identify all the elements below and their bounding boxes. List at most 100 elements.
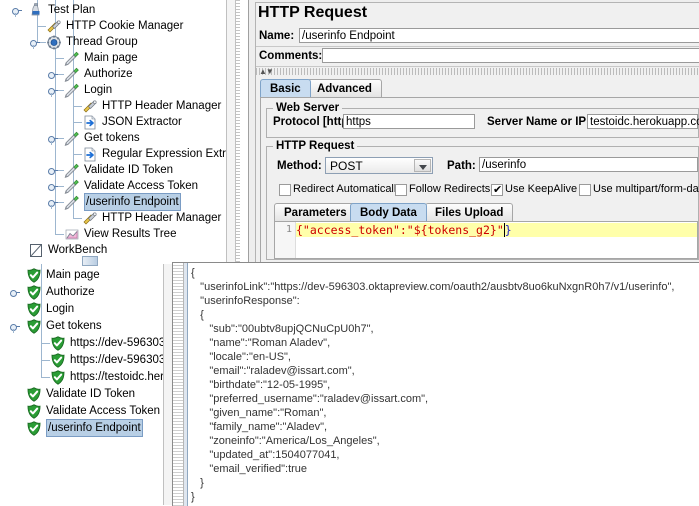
http-sampler-icon bbox=[64, 131, 80, 146]
chevron-down-icon[interactable] bbox=[414, 159, 431, 172]
tree-item-label: View Results Tree bbox=[84, 228, 177, 240]
config-element-icon bbox=[82, 211, 98, 226]
path-label: Path: bbox=[447, 160, 476, 172]
test-plan-tree[interactable]: Test Plan HTTP Cookie Manager Thread Group… bbox=[0, 0, 232, 262]
basic-advanced-tabstrip[interactable]: Basic Advanced bbox=[260, 79, 699, 98]
success-shield-icon bbox=[26, 319, 42, 334]
response-line: "updated_at":1504077041, bbox=[191, 449, 340, 461]
tree-collapse-handle[interactable] bbox=[10, 322, 20, 333]
config-element-icon bbox=[82, 99, 98, 114]
tree-item-label: https://dev-596303.oktap bbox=[70, 337, 172, 349]
tree-item-label: /userinfo Endpoint bbox=[84, 193, 181, 211]
success-shield-icon bbox=[26, 268, 42, 283]
tree-item-label: Login bbox=[46, 303, 75, 315]
success-shield-icon bbox=[26, 404, 42, 419]
http-sampler-icon bbox=[64, 67, 80, 82]
tree-expand-handle[interactable] bbox=[48, 70, 58, 79]
response-line: } bbox=[191, 491, 195, 503]
tab-basic[interactable]: Basic bbox=[260, 79, 311, 97]
http-sampler-icon bbox=[64, 51, 80, 66]
tree-collapse-handle[interactable] bbox=[48, 198, 58, 209]
response-line: "locale":"en-US", bbox=[191, 351, 291, 363]
success-shield-icon bbox=[50, 370, 66, 385]
comments-label: Comments: bbox=[259, 50, 323, 62]
method-value: POST bbox=[330, 159, 363, 173]
body-data-editor[interactable]: 1 {"access_token":"${tokens_g2}"} bbox=[274, 221, 698, 259]
name-field[interactable]: /userinfo Endpoint bbox=[299, 28, 699, 43]
success-shield-icon bbox=[26, 387, 42, 402]
check-icon: ✔ bbox=[493, 184, 503, 196]
tree-item-label: Get tokens bbox=[46, 320, 102, 332]
http-request-legend: HTTP Request bbox=[273, 140, 358, 152]
web-server-legend: Web Server bbox=[273, 102, 343, 114]
tree-expand-handle[interactable] bbox=[10, 288, 20, 297]
tree-item-label: https://testoidc.herokuap bbox=[70, 371, 172, 383]
response-fold-margin bbox=[184, 263, 188, 506]
checkbox-box[interactable]: ✔ bbox=[491, 184, 503, 196]
tree-item-label: JSON Extractor bbox=[102, 116, 182, 128]
collapsible-divider[interactable]: ▲▼ bbox=[256, 67, 699, 76]
protocol-field[interactable]: https bbox=[343, 114, 475, 129]
response-line: { bbox=[191, 309, 204, 321]
tree-expand-handle[interactable] bbox=[48, 182, 58, 191]
tree-collapse-handle[interactable] bbox=[30, 38, 40, 49]
success-shield-icon bbox=[26, 302, 42, 317]
config-element-icon bbox=[46, 19, 62, 34]
checkbox-box[interactable] bbox=[395, 184, 407, 196]
http-sampler-icon bbox=[64, 179, 80, 194]
server-name-field[interactable]: testoidc.herokuapp.com bbox=[587, 114, 699, 129]
view-results-tree[interactable]: Main page Authorize Login Get tokens https:/… bbox=[0, 264, 172, 505]
web-server-group: Web Server Protocol [http]: https Server… bbox=[266, 102, 699, 138]
tree-collapse-handle[interactable] bbox=[12, 6, 22, 17]
data-tabstrip[interactable]: Parameters Body Data Files Upload bbox=[274, 203, 698, 222]
body-data-line[interactable]: {"access_token":"${tokens_g2}"} bbox=[296, 223, 697, 237]
response-line: "email_verified":true bbox=[191, 463, 308, 475]
tree-item-label: Test Plan bbox=[48, 4, 96, 16]
results-horizontal-scroll-thumb[interactable] bbox=[82, 256, 98, 266]
basic-tab-panel: Web Server Protocol [http]: https Server… bbox=[260, 97, 699, 263]
response-data-view[interactable]: { "userinfoLink":"https://dev-596303.okt… bbox=[172, 262, 699, 506]
tree-vertical-scrollbar[interactable] bbox=[226, 0, 236, 262]
tree-item-label: HTTP Header Manager bbox=[102, 212, 222, 224]
server-name-label: Server Name or IP: bbox=[487, 116, 590, 128]
tab-parameters[interactable]: Parameters bbox=[274, 203, 357, 221]
http-sampler-icon bbox=[64, 83, 80, 98]
tree-item-label: Get tokens bbox=[84, 132, 140, 144]
response-line: "given_name":"Roman", bbox=[191, 407, 327, 419]
response-line: "family_name":"Aladev", bbox=[191, 421, 328, 433]
response-line: "name":"Roman Aladev", bbox=[191, 337, 331, 349]
tree-collapse-handle[interactable] bbox=[48, 134, 58, 145]
http-sampler-icon bbox=[64, 163, 80, 178]
tree-collapse-handle[interactable] bbox=[48, 86, 58, 97]
method-select[interactable]: POST bbox=[325, 157, 433, 174]
response-left-rail bbox=[173, 263, 184, 506]
response-line: "email":"raladev@issart.com", bbox=[191, 365, 355, 377]
checkbox-box[interactable] bbox=[579, 184, 591, 196]
path-field[interactable]: /userinfo bbox=[479, 157, 698, 172]
tree-item-label: WorkBench bbox=[48, 244, 108, 256]
tree-item-label: Authorize bbox=[46, 286, 95, 298]
checkbox-box[interactable] bbox=[279, 184, 291, 196]
line-number: 1 bbox=[285, 224, 292, 235]
response-line: } bbox=[191, 477, 204, 489]
response-line: "zoneinfo":"America/Los_Angeles", bbox=[191, 435, 380, 447]
tree-item-label: HTTP Cookie Manager bbox=[66, 20, 184, 32]
name-label: Name: bbox=[259, 30, 295, 42]
response-line: { bbox=[191, 267, 195, 279]
tab-body-data[interactable]: Body Data bbox=[350, 203, 427, 221]
response-line: "userinfoResponse": bbox=[191, 295, 300, 307]
tree-item-label: Thread Group bbox=[66, 36, 138, 48]
comments-field[interactable] bbox=[322, 48, 699, 63]
tree-expand-handle[interactable] bbox=[48, 166, 58, 175]
name-row: Name: /userinfo Endpoint bbox=[256, 27, 699, 47]
divider-arrows-icon[interactable]: ▲▼ bbox=[259, 67, 274, 76]
http-request-group: HTTP Request Method: POST Path: /userinf… bbox=[266, 140, 699, 260]
success-shield-icon bbox=[50, 353, 66, 368]
extractor-icon bbox=[82, 115, 98, 130]
tab-advanced[interactable]: Advanced bbox=[307, 79, 382, 97]
thread-group-icon bbox=[46, 35, 62, 50]
response-line: "sub":"00ubtv8upjQCNuCpU0h7", bbox=[191, 323, 374, 335]
workbench-icon bbox=[28, 243, 44, 258]
tab-files-upload[interactable]: Files Upload bbox=[425, 203, 514, 221]
http-request-editor: HTTP Request Name: /userinfo Endpoint Co… bbox=[248, 0, 699, 268]
